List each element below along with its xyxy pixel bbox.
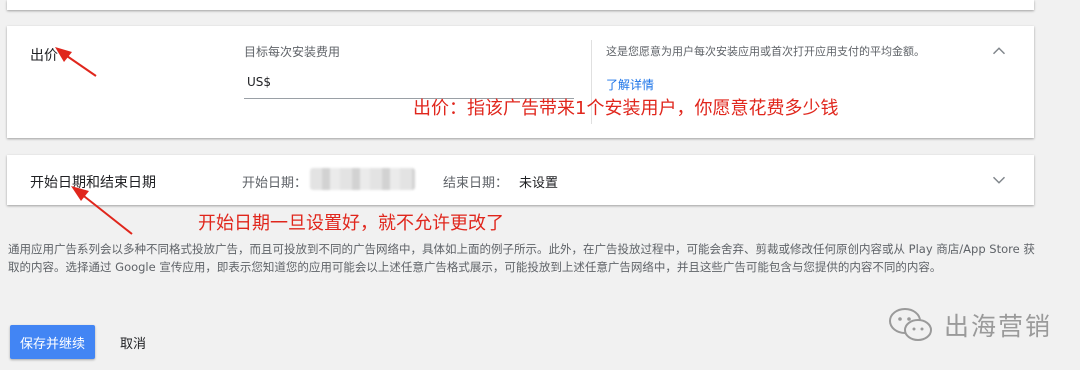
watermark-text: 出海营销 bbox=[944, 312, 1053, 341]
save-and-continue-button[interactable]: 保存并继续 bbox=[10, 325, 95, 359]
bid-arrow bbox=[55, 47, 97, 77]
wechat-icon bbox=[889, 308, 932, 341]
dates-arrow bbox=[71, 186, 133, 235]
disclaimer-text: 通用应用广告系列会以多种不同格式投放广告，而且可投放到不同的广告网络中，具体如上… bbox=[8, 242, 1035, 274]
cancel-button[interactable]: 取消 bbox=[108, 325, 158, 359]
watermark: 出海营销 bbox=[888, 306, 1052, 344]
